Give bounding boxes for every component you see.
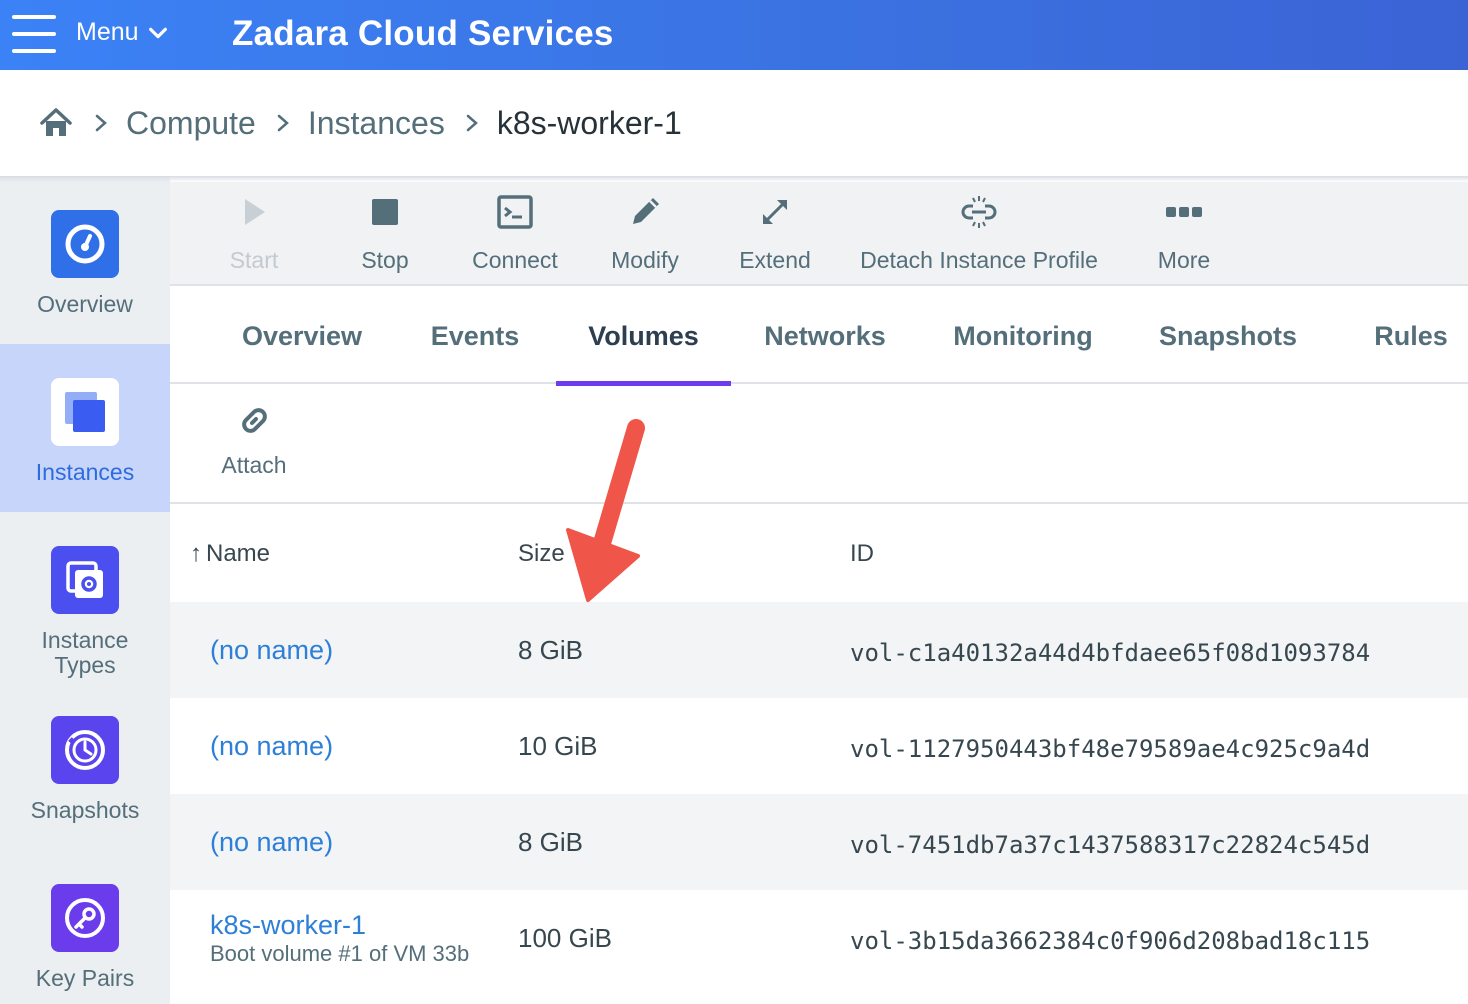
connect-label: Connect — [472, 247, 558, 273]
home-icon[interactable] — [38, 105, 74, 141]
extend-label: Extend — [739, 247, 811, 273]
modify-label: Modify — [611, 247, 679, 273]
pencil-icon — [625, 192, 665, 232]
column-id-header[interactable]: ID — [850, 506, 874, 602]
breadcrumb-compute[interactable]: Compute — [126, 105, 256, 142]
table-row: (no name) 8 GiB vol-7451db7a37c143758831… — [170, 794, 1468, 890]
sidebar-item-label: Snapshots — [30, 797, 140, 823]
table-row: k8s-worker-1 Boot volume #1 of VM 33b 10… — [170, 890, 1468, 986]
column-size-header[interactable]: Size — [518, 506, 565, 602]
sidebar-item-label: Key Pairs — [35, 965, 135, 991]
start-button[interactable]: Start — [214, 182, 294, 286]
column-name-header[interactable]: ↑ Name — [190, 506, 270, 602]
breadcrumb-current: k8s-worker-1 — [496, 104, 682, 141]
sidebar-item-label: Overview — [37, 291, 133, 317]
modify-button[interactable]: Modify — [600, 182, 690, 286]
volume-name-link[interactable]: k8s-worker-1 — [210, 910, 366, 941]
more-label: More — [1157, 247, 1211, 273]
volume-id: vol-3b15da3662384c0f906d208bad18c115 — [850, 927, 1371, 955]
attach-label: Attach — [221, 452, 287, 478]
breadcrumb-instances[interactable]: Instances — [308, 105, 445, 142]
chevron-right-icon — [95, 114, 107, 132]
volume-description: Boot volume #1 of VM 33b — [210, 940, 470, 966]
unlink-icon — [959, 192, 999, 232]
volume-size: 100 GiB — [518, 922, 612, 953]
column-name-label: Name — [206, 540, 271, 567]
hamburger-menu-icon[interactable] — [12, 15, 56, 53]
sidebar-item-instance-types[interactable]: Instance Types — [0, 512, 170, 702]
stop-icon — [365, 192, 405, 232]
instance-toolbar: Start Stop Connect Modify Extend Detach … — [170, 182, 1468, 286]
top-bar: Menu Zadara Cloud Services — [0, 0, 1468, 70]
volume-size: 10 GiB — [518, 730, 598, 761]
extend-button[interactable]: Extend — [730, 182, 820, 286]
start-label: Start — [229, 247, 279, 273]
sidebar-item-key-pairs[interactable]: Key Pairs — [0, 852, 170, 1004]
volume-id: vol-7451db7a37c1437588317c22824c545d — [850, 831, 1371, 859]
console-icon — [495, 192, 535, 232]
sidebar-item-snapshots[interactable]: Snapshots — [0, 702, 170, 852]
breadcrumb: Compute Instances k8s-worker-1 — [0, 70, 1468, 176]
instance-types-icon — [51, 546, 119, 614]
stop-button[interactable]: Stop — [345, 182, 425, 286]
tab-overview[interactable]: Overview — [222, 288, 382, 384]
volume-size: 8 GiB — [518, 826, 584, 857]
tab-monitoring[interactable]: Monitoring — [934, 288, 1112, 384]
table-row: (no name) 10 GiB vol-1127950443bf48e7958… — [170, 698, 1468, 794]
expand-icon — [755, 192, 795, 232]
key-icon — [51, 884, 119, 952]
volume-id: vol-c1a40132a44d4bfdaee65f08d1093784 — [850, 639, 1371, 667]
more-dots-icon — [1164, 192, 1204, 232]
detail-tabs: Overview Events Volumes Networks Monitor… — [170, 288, 1468, 386]
sidebar-item-overview[interactable]: Overview — [0, 176, 170, 344]
header-shadow — [0, 176, 1468, 182]
volume-name-link[interactable]: (no name) — [210, 635, 333, 666]
table-header: ↑ Name Size ID — [170, 506, 1468, 602]
play-icon — [234, 192, 274, 232]
sidebar-item-instances[interactable]: Instances — [0, 344, 170, 512]
chevron-down-icon — [148, 27, 167, 38]
volume-name-link[interactable]: (no name) — [210, 731, 333, 762]
tab-snapshots[interactable]: Snapshots — [1142, 288, 1314, 384]
tab-volumes[interactable]: Volumes — [556, 288, 731, 386]
more-button[interactable]: More — [1142, 182, 1226, 286]
tab-rules[interactable]: Rules — [1360, 288, 1462, 384]
app-title: Zadara Cloud Services — [232, 14, 614, 53]
attach-button[interactable]: Attach — [214, 402, 294, 479]
menu-button[interactable]: Menu — [76, 18, 169, 47]
instances-icon — [51, 378, 119, 446]
link-icon — [242, 408, 267, 433]
connect-button[interactable]: Connect — [460, 182, 570, 286]
volume-actions: Attach — [170, 386, 1468, 504]
dashboard-icon — [51, 210, 119, 278]
sort-ascending-icon: ↑ — [190, 540, 202, 567]
tab-events[interactable]: Events — [416, 288, 534, 384]
stop-label: Stop — [361, 247, 409, 273]
sidebar-item-label: Instances — [35, 459, 135, 485]
sidebar: Overview Instances Instance Types Snapsh… — [0, 176, 170, 1004]
table-row: (no name) 8 GiB vol-c1a40132a44d4bfdaee6… — [170, 602, 1468, 698]
volume-id: vol-1127950443bf48e79589ae4c925c9a4d — [850, 735, 1371, 763]
chevron-right-icon — [277, 114, 289, 132]
sidebar-item-label: Instance Types — [41, 627, 129, 678]
chevron-right-icon — [466, 114, 478, 132]
detach-label: Detach Instance Profile — [860, 247, 1098, 273]
volume-name-link[interactable]: (no name) — [210, 827, 333, 858]
tab-networks[interactable]: Networks — [750, 288, 900, 384]
menu-label: Menu — [76, 18, 139, 46]
detach-instance-profile-button[interactable]: Detach Instance Profile — [846, 182, 1112, 286]
snapshots-icon — [51, 716, 119, 784]
volumes-table: ↑ Name Size ID (no name) 8 GiB vol-c1a40… — [170, 506, 1468, 986]
volume-size: 8 GiB — [518, 634, 584, 665]
